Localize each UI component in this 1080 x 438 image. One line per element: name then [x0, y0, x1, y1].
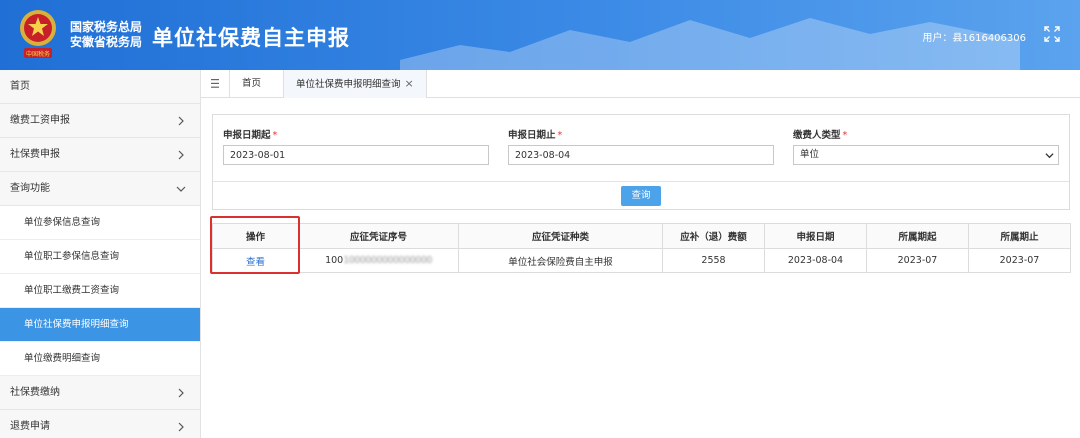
declaration-date-cell: 2023-08-04 [764, 248, 867, 273]
query-button[interactable]: 查询 [621, 186, 661, 206]
tab-declaration-detail[interactable]: 单位社保费申报明细查询 × [283, 70, 427, 98]
chevron-right-icon [178, 150, 184, 160]
org-name: 国家税务总局 安徽省税务局 [70, 20, 142, 50]
period-start-cell: 2023-07 [866, 248, 969, 273]
chevron-right-icon [178, 388, 184, 398]
serial-redacted: 1000000000000000 [343, 255, 432, 266]
start-date-group: 申报日期起 * [223, 127, 489, 165]
start-date-label-text: 申报日期起 [223, 130, 271, 141]
end-date-label-text: 申报日期止 [508, 130, 556, 141]
sidebar-subitem-payment-detail[interactable]: 单位缴费明细查询 [0, 342, 200, 376]
svg-text:中国税务: 中国税务 [26, 50, 50, 58]
sidebar-subitem-declaration-detail[interactable]: 单位社保费申报明细查询 [0, 308, 200, 342]
start-date-label: 申报日期起 * [223, 127, 489, 141]
sidebar-subitem-employee-wage[interactable]: 单位职工缴费工资查询 [0, 274, 200, 308]
sidebar-item-label: 社保费缴纳 [10, 387, 60, 398]
sidebar-item-social-security-declaration[interactable]: 社保费申报 [0, 138, 200, 172]
serial-visible: 100 [325, 255, 344, 266]
chevron-down-icon [1045, 153, 1054, 159]
form-divider [213, 181, 1069, 182]
payer-type-group: 缴费人类型 * 单位 [793, 127, 1059, 165]
column-header: 所属期起 [866, 223, 969, 249]
column-header: 所属期止 [968, 223, 1071, 249]
search-form: 申报日期起* 申报日期止* 缴费人类型* 单位 查询 [212, 114, 1070, 210]
column-header: 应征凭证序号 [298, 223, 459, 249]
serial-number-cell: 1001000000000000000 [298, 248, 459, 273]
sidebar-item-refund[interactable]: 退费申请 [0, 410, 200, 438]
table-header-row: 操作 应征凭证序号 应征凭证种类 应补（退）费额 申报日期 所属期起 所属期止 [212, 223, 1071, 249]
payer-type-value: 单位 [800, 149, 820, 160]
column-header: 应征凭证种类 [458, 223, 663, 249]
tab-label: 单位社保费申报明细查询 [296, 79, 401, 90]
app-header: 中国税务 国家税务总局 安徽省税务局 单位社保费自主申报 用户：县1616406… [0, 0, 1080, 70]
required-mark: * [842, 130, 848, 141]
fullscreen-icon[interactable] [1044, 26, 1060, 42]
required-mark: * [272, 130, 278, 141]
org-line-2: 安徽省税务局 [70, 35, 143, 49]
chevron-right-icon [178, 116, 184, 126]
close-icon[interactable]: × [405, 70, 414, 98]
column-header: 申报日期 [764, 223, 867, 249]
sidebar-subitem-unit-insurance-info[interactable]: 单位参保信息查询 [0, 206, 200, 240]
view-link[interactable]: 查看 [212, 248, 299, 273]
column-header: 应补（退）费额 [662, 223, 765, 249]
tab-bar: 首页 单位社保费申报明细查询 × [201, 70, 1080, 98]
app-title: 单位社保费自主申报 [152, 26, 350, 50]
amount-cell: 2558 [662, 248, 765, 273]
sidebar: 首页 缴费工资申报 社保费申报 查询功能 单位参保信息查询 单位职工参保信息查询… [0, 70, 201, 438]
menu-icon[interactable] [211, 79, 219, 88]
chevron-right-icon [178, 422, 184, 432]
period-end-cell: 2023-07 [968, 248, 1071, 273]
column-header: 操作 [212, 223, 299, 249]
table-row: 查看 1001000000000000000 单位社会保险费自主申报 2558 … [212, 248, 1071, 273]
user-info: 用户：县1616406306 [922, 29, 1026, 44]
end-date-input[interactable] [508, 145, 774, 165]
sidebar-item-payment[interactable]: 社保费缴纳 [0, 376, 200, 410]
sidebar-item-wage-declaration[interactable]: 缴费工资申报 [0, 104, 200, 138]
sidebar-item-query[interactable]: 查询功能 [0, 172, 200, 206]
sidebar-item-label: 查询功能 [10, 183, 50, 194]
sidebar-item-label: 社保费申报 [10, 149, 60, 160]
user-label: 用户： [922, 33, 953, 44]
payer-type-select[interactable]: 单位 [793, 145, 1059, 165]
sidebar-item-label: 退费申请 [10, 421, 50, 432]
sidebar-subitem-employee-insurance-info[interactable]: 单位职工参保信息查询 [0, 240, 200, 274]
payer-type-label: 缴费人类型 * [793, 127, 1059, 141]
sidebar-item-label: 首页 [10, 81, 30, 92]
voucher-type-cell: 单位社会保险费自主申报 [458, 248, 663, 273]
national-emblem-icon: 中国税务 [20, 10, 56, 58]
required-mark: * [557, 130, 563, 141]
end-date-label: 申报日期止 * [508, 127, 774, 141]
sidebar-item-home[interactable]: 首页 [0, 70, 200, 104]
results-table: 操作 应征凭证序号 应征凭证种类 应补（退）费额 申报日期 所属期起 所属期止 … [212, 223, 1071, 273]
tab-home[interactable]: 首页 [229, 70, 273, 98]
end-date-group: 申报日期止 * [508, 127, 774, 165]
user-id: 县1616406306 [952, 33, 1026, 44]
start-date-input[interactable] [223, 145, 489, 165]
payer-type-label-text: 缴费人类型 [793, 130, 841, 141]
sidebar-item-label: 缴费工资申报 [10, 115, 70, 126]
chevron-down-icon [176, 186, 186, 192]
org-line-1: 国家税务总局 [70, 20, 143, 34]
